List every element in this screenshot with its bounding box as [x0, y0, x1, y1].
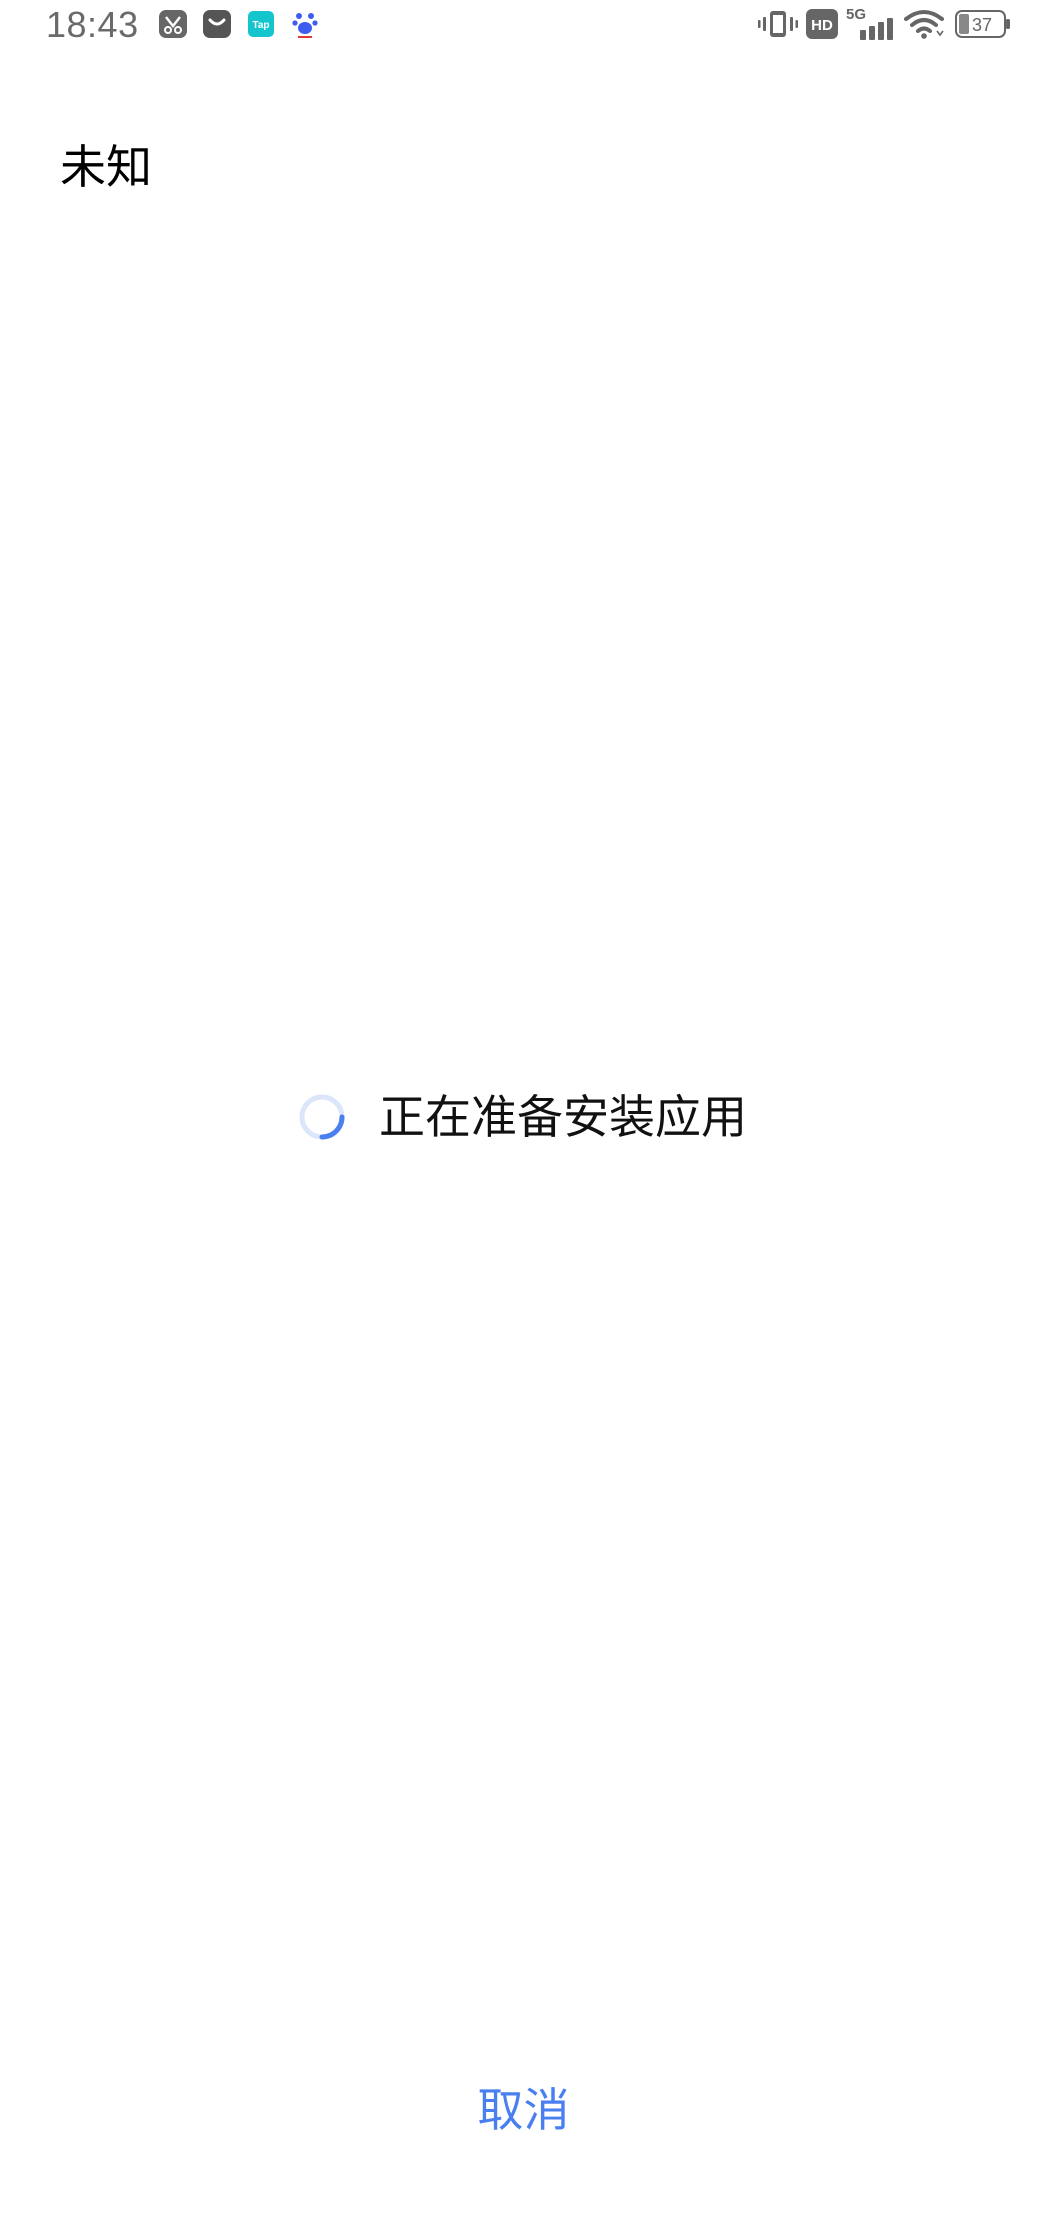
cellular-signal-icon: 5G	[846, 4, 896, 42]
scissors-app-icon	[158, 9, 188, 39]
svg-text:HD: HD	[811, 17, 833, 34]
loading-spinner-icon	[299, 1094, 345, 1140]
taptap-icon: Tap	[246, 9, 276, 39]
package-installer-screen: 18:43 Tap HD 5G 37 未知 正在准备安装应用 取消	[0, 0, 1047, 2239]
page-title: 未知	[60, 140, 152, 194]
wifi-icon	[904, 9, 944, 39]
loading-text: 正在准备安装应用	[379, 1090, 747, 1144]
cancel-button[interactable]: 取消	[0, 2065, 1047, 2149]
svg-text:37: 37	[972, 15, 992, 35]
status-time: 18:43	[46, 4, 139, 45]
battery-icon: 37	[955, 10, 1011, 38]
vibrate-icon	[758, 8, 798, 40]
shopping-bag-icon	[202, 9, 232, 39]
svg-text:5G: 5G	[846, 6, 866, 23]
status-bar: 18:43 Tap HD 5G 37	[0, 0, 1047, 52]
hd-icon: HD	[806, 9, 838, 39]
loading-indicator: 正在准备安装应用	[298, 1075, 747, 1159]
svg-text:Tap: Tap	[252, 20, 269, 31]
baidu-paw-icon	[290, 9, 320, 39]
